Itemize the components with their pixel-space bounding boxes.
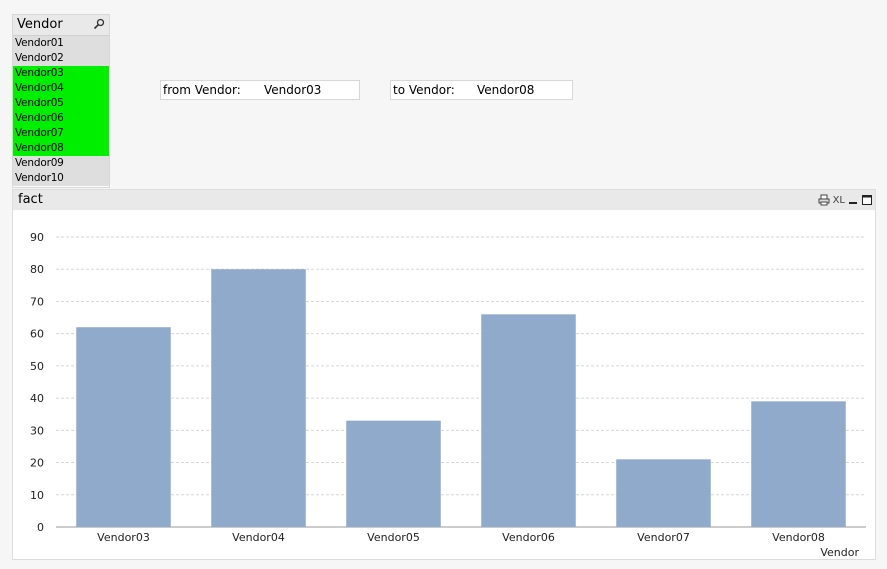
y-tick-label: 10 <box>30 489 44 502</box>
maximize-icon[interactable] <box>861 194 873 206</box>
bar-vendor06 <box>481 314 576 527</box>
listbox-header: Vendor <box>13 15 109 36</box>
listbox-item-vendor01[interactable]: Vendor01 <box>13 36 109 51</box>
x-tick-label: Vendor08 <box>772 531 825 544</box>
bar-vendor04 <box>211 269 306 527</box>
chart-panel-header: fact XL <box>13 190 875 210</box>
listbox-item-vendor09[interactable]: Vendor09 <box>13 156 109 171</box>
send-to-excel-icon[interactable]: XL <box>833 195 845 206</box>
y-tick-label: 50 <box>30 360 44 373</box>
listbox-item-vendor04[interactable]: Vendor04 <box>13 81 109 96</box>
bar-vendor08 <box>751 401 846 527</box>
bar-vendor05 <box>346 420 441 527</box>
y-tick-label: 0 <box>37 521 44 534</box>
y-tick-label: 60 <box>30 328 44 341</box>
listbox-items: Vendor01 Vendor02 Vendor03 Vendor04 Vendor05… <box>13 36 109 186</box>
bar-vendor07 <box>616 459 711 527</box>
x-tick-label: Vendor06 <box>502 531 555 544</box>
from-vendor-box[interactable]: from Vendor: Vendor03 <box>160 80 360 100</box>
listbox-item-vendor08[interactable]: Vendor08 <box>13 141 109 156</box>
to-vendor-value: Vendor08 <box>477 83 535 97</box>
y-tick-label: 70 <box>30 295 44 308</box>
from-vendor-value: Vendor03 <box>264 83 322 97</box>
x-axis-title: Vendor <box>820 546 859 559</box>
print-icon[interactable] <box>818 194 830 206</box>
fact-chart-panel: fact XL 0 10 20 30 40 50 60 70 80 90 Vendor03 Vendo… <box>12 189 876 560</box>
to-vendor-box[interactable]: to Vendor: Vendor08 <box>390 80 573 100</box>
listbox-item-vendor06[interactable]: Vendor06 <box>13 111 109 126</box>
y-tick-label: 40 <box>30 392 44 405</box>
listbox-item-vendor07[interactable]: Vendor07 <box>13 126 109 141</box>
bar-vendor03 <box>76 327 171 527</box>
bar-chart: 0 10 20 30 40 50 60 70 80 90 Vendor03 Vendor04 Vendo… <box>30 231 866 559</box>
y-tick-label: 30 <box>30 424 44 437</box>
x-tick-label: Vendor04 <box>232 531 285 544</box>
listbox-item-vendor02[interactable]: Vendor02 <box>13 51 109 66</box>
y-tick-label: 80 <box>30 263 44 276</box>
x-tick-label: Vendor03 <box>97 531 150 544</box>
minimize-icon[interactable] <box>848 194 858 206</box>
x-tick-label: Vendor05 <box>367 531 420 544</box>
from-vendor-label: from Vendor: <box>163 83 241 97</box>
chart-header-icons: XL <box>818 193 873 207</box>
listbox-item-vendor03[interactable]: Vendor03 <box>13 66 109 81</box>
search-icon[interactable] <box>93 18 105 30</box>
listbox-item-vendor10[interactable]: Vendor10 <box>13 171 109 186</box>
y-tick-label: 20 <box>30 457 44 470</box>
x-tick-label: Vendor07 <box>637 531 690 544</box>
y-tick-label: 90 <box>30 231 44 244</box>
listbox-title: Vendor <box>17 17 63 32</box>
to-vendor-label: to Vendor: <box>393 83 455 97</box>
listbox-item-vendor05[interactable]: Vendor05 <box>13 96 109 111</box>
chart-title: fact <box>18 192 43 207</box>
vendor-listbox[interactable]: Vendor Vendor01 Vendor02 Vendor03 Vendor04 V… <box>12 14 110 188</box>
